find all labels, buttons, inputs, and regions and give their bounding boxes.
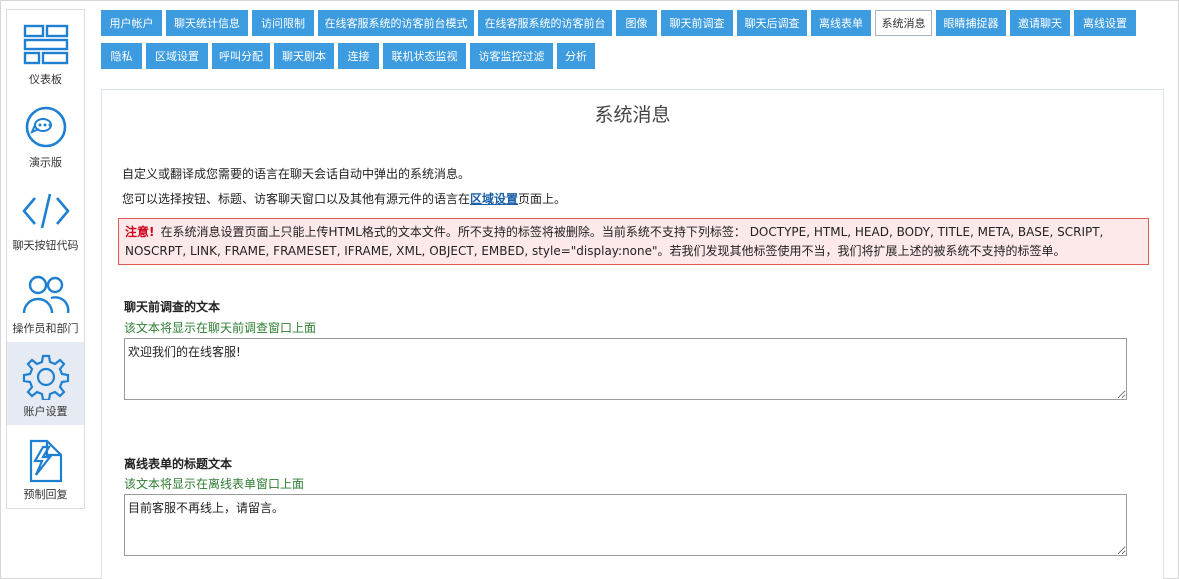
pre-chat-text-desc: 该文本将显示在聊天前调查窗口上面 xyxy=(124,321,317,335)
offline-form-title-desc: 该文本将显示在离线表单窗口上面 xyxy=(124,477,305,491)
sidebar-item-dashboard[interactable]: 仪表板 xyxy=(7,10,84,93)
tab-visitor-frontend-mode[interactable]: 在线客服系统的访客前台模式 xyxy=(318,10,474,36)
tab-pre-chat-survey[interactable]: 聊天前调查 xyxy=(661,10,733,36)
intro-text: 自定义或翻译成您需要的语言在聊天会话自动中弹出的系统消息。 xyxy=(122,167,471,181)
pre-chat-text-input[interactable]: 欢迎我们的在线客服! xyxy=(124,338,1127,400)
tab-connections[interactable]: 连接 xyxy=(338,43,379,69)
sidebar-item-operators[interactable]: 操作员和部门 xyxy=(7,259,84,342)
tab-post-chat-survey[interactable]: 聊天后调查 xyxy=(737,10,807,36)
intro-text-before: 您可以选择按钮、标题、访客聊天窗口以及其他有源元件的语言在 xyxy=(122,192,471,206)
sidebar-item-account-settings[interactable]: 账户设置 xyxy=(7,342,84,425)
tab-region-settings[interactable]: 区域设置 xyxy=(146,43,208,69)
sidebar-item-label: 仪表板 xyxy=(29,73,62,86)
intro-text-after: 页面上。 xyxy=(518,192,567,206)
code-icon xyxy=(21,193,70,229)
pre-chat-text-title: 聊天前调查的文本 xyxy=(124,300,221,314)
tab-invite-chat[interactable]: 邀请聊天 xyxy=(1010,10,1070,36)
intro-text-region: 您可以选择按钮、标题、访客聊天窗口以及其他有源元件的语言在区域设置页面上。 xyxy=(122,190,566,207)
tab-call-distribution[interactable]: 呼叫分配 xyxy=(212,43,270,69)
quick-reply-icon xyxy=(29,439,62,483)
chat-bubble-icon xyxy=(25,106,66,148)
tab-access-restrictions[interactable]: 访问限制 xyxy=(252,10,314,36)
sidebar-item-label: 聊天按钮代码 xyxy=(12,239,79,252)
dashboard-icon xyxy=(23,24,68,65)
warning-text: 在系统消息设置页面上只能上传HTML格式的文本文件。所不支持的标签将被删除。当前… xyxy=(125,225,1104,258)
warning-notice: 注意! 在系统消息设置页面上只能上传HTML格式的文本文件。所不支持的标签将被删除… xyxy=(118,218,1149,265)
sidebar-item-demo[interactable]: 演示版 xyxy=(7,93,84,176)
tab-user-accounts[interactable]: 用户帐户 xyxy=(101,10,162,36)
main-panel: 系统消息 自定义或翻译成您需要的语言在聊天会话自动中弹出的系统消息。 您可以选择… xyxy=(101,89,1164,579)
tab-images[interactable]: 图像 xyxy=(616,10,657,36)
users-icon xyxy=(22,275,69,314)
sidebar-item-label: 预制回复 xyxy=(23,488,68,501)
tab-visitor-monitor-filter[interactable]: 访客监控过滤 xyxy=(470,43,553,69)
region-settings-link[interactable]: 区域设置 xyxy=(470,192,518,206)
tab-chat-script[interactable]: 聊天剧本 xyxy=(274,43,334,69)
tab-visitor-frontend[interactable]: 在线客服系统的访客前台 xyxy=(478,10,612,36)
page-title: 系统消息 xyxy=(594,104,671,126)
tab-offline-settings[interactable]: 离线设置 xyxy=(1074,10,1136,36)
tab-online-status-monitor[interactable]: 联机状态监视 xyxy=(383,43,466,69)
tab-privacy[interactable]: 隐私 xyxy=(101,43,142,69)
warning-label: 注意! xyxy=(125,225,155,239)
sidebar-item-label: 演示版 xyxy=(29,156,62,169)
gear-icon xyxy=(22,354,69,400)
tab-chat-stats[interactable]: 聊天统计信息 xyxy=(166,10,248,36)
sidebar-item-label: 操作员和部门 xyxy=(12,322,79,335)
tab-system-messages[interactable]: 系统消息 xyxy=(875,10,932,36)
offline-form-title-label: 离线表单的标题文本 xyxy=(124,457,233,471)
tab-analytics[interactable]: 分析 xyxy=(557,43,595,69)
sidebar: 仪表板 演示版 聊天按钮代码 操作员和部门 账户设置 预制回复 xyxy=(6,9,85,509)
sidebar-item-label: 账户设置 xyxy=(23,405,68,418)
tab-eye-catcher[interactable]: 眼睛捕捉器 xyxy=(936,10,1006,36)
sidebar-item-canned-replies[interactable]: 预制回复 xyxy=(7,425,84,508)
sidebar-item-chat-button-code[interactable]: 聊天按钮代码 xyxy=(7,176,84,259)
tab-offline-form[interactable]: 离线表单 xyxy=(811,10,871,36)
offline-form-title-input[interactable]: 目前客服不再线上，请留言。 xyxy=(124,494,1127,556)
